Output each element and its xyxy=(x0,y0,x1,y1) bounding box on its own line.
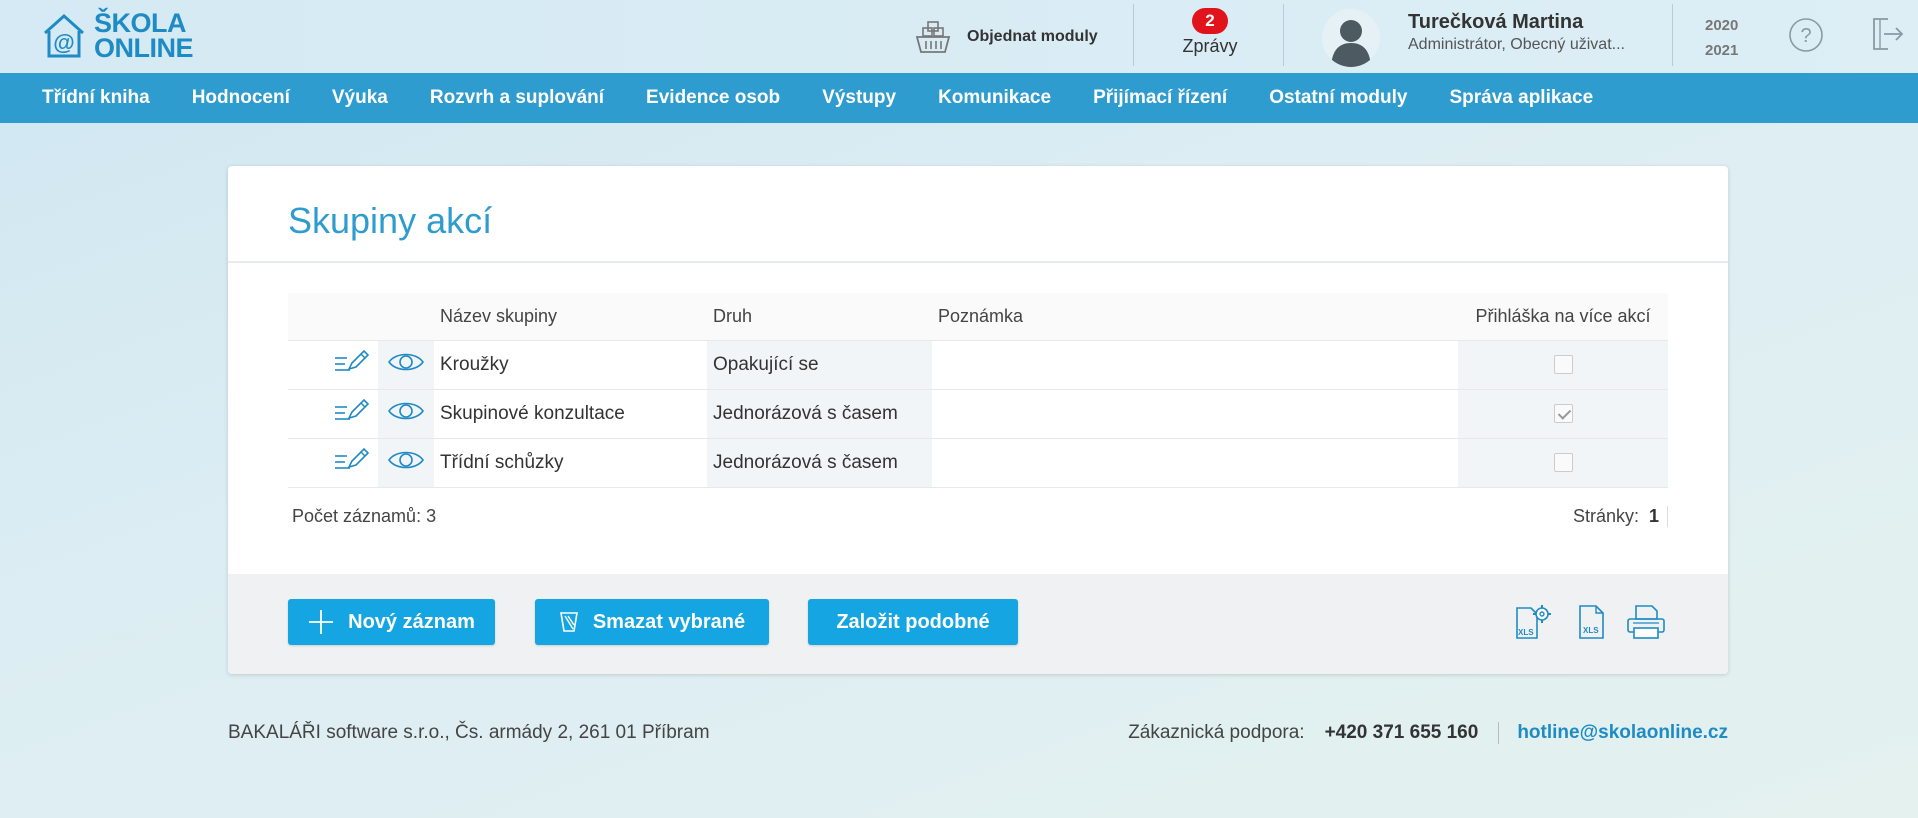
print-icon[interactable] xyxy=(1625,602,1667,647)
row-kind: Jednorázová s časem xyxy=(707,388,932,438)
header-separator xyxy=(1672,4,1673,66)
content-card: Skupiny akcí Název skupiny Druh Poznámka… xyxy=(228,166,1728,674)
order-modules-label: Objednat moduly xyxy=(967,28,1098,45)
create-similar-label: Založit podobné xyxy=(836,610,990,633)
multi-checkbox[interactable] xyxy=(1553,403,1573,423)
header-kind[interactable]: Druh xyxy=(707,293,932,340)
row-note xyxy=(932,437,1458,488)
row-kind: Jednorázová s časem xyxy=(707,437,932,488)
edit-icon[interactable] xyxy=(334,398,370,424)
nav-item-prijimaci-rizeni[interactable]: Přijímací řízení xyxy=(1093,87,1227,109)
nav-item-rozvrh[interactable]: Rozvrh a suplování xyxy=(430,87,604,109)
header-name[interactable]: Název skupiny xyxy=(434,293,707,340)
company-address: BAKALÁŘI software s.r.o., Čs. armády 2, … xyxy=(228,722,710,743)
user-silhouette-icon xyxy=(1331,20,1371,67)
top-bar: @ ŠKOLA ONLINE Objednat moduly 2 Zprávy xyxy=(0,0,1918,73)
pages-label: Stránky: xyxy=(1572,506,1639,526)
main-navigation: Třídní kniha Hodnocení Výuka Rozvrh a su… xyxy=(0,73,1918,123)
xls-export-icon[interactable]: XLS xyxy=(1575,602,1609,647)
multi-checkbox[interactable] xyxy=(1553,452,1573,472)
table-row: Kroužky Opakující se xyxy=(288,339,1668,389)
row-note xyxy=(932,388,1458,438)
nav-item-komunikace[interactable]: Komunikace xyxy=(938,87,1051,109)
delete-selected-label: Smazat vybrané xyxy=(592,610,746,633)
messages-label: Zprávy xyxy=(1182,36,1238,56)
page-number-current[interactable]: 1 xyxy=(1649,506,1659,526)
nav-item-tridni-kniha[interactable]: Třídní kniha xyxy=(42,87,150,109)
school-year-to: 2021 xyxy=(1705,42,1739,59)
title-divider xyxy=(228,261,1728,263)
nav-item-hodnoceni[interactable]: Hodnocení xyxy=(192,87,290,109)
new-record-button[interactable]: Nový záznam xyxy=(288,599,495,645)
eye-icon[interactable] xyxy=(387,400,425,422)
svg-text:XLS: XLS xyxy=(1518,628,1534,637)
edit-icon[interactable] xyxy=(334,349,370,375)
row-name[interactable]: Skupinové konzultace xyxy=(434,388,707,438)
svg-text:XLS: XLS xyxy=(1583,626,1599,635)
logout-icon[interactable] xyxy=(1868,15,1906,58)
house-at-icon: @ xyxy=(43,13,85,58)
xls-settings-icon[interactable]: XLS xyxy=(1513,602,1553,647)
logo-line2: ONLINE xyxy=(94,33,194,63)
page-title: Skupiny akcí xyxy=(288,200,493,241)
nav-item-vystupy[interactable]: Výstupy xyxy=(822,87,896,109)
avatar[interactable] xyxy=(1322,9,1380,67)
multi-checkbox[interactable] xyxy=(1553,354,1573,374)
nav-item-evidence-osob[interactable]: Evidence osob xyxy=(646,87,780,109)
edit-icon[interactable] xyxy=(334,447,370,473)
support-label: Zákaznická podpora: xyxy=(1128,722,1305,743)
groups-table: Název skupiny Druh Poznámka Přihláška na… xyxy=(288,293,1668,488)
support-phone[interactable]: +420 371 655 160 xyxy=(1325,722,1500,744)
school-year-selector[interactable]: 2020 2021 xyxy=(1705,13,1738,63)
school-year-from: 2020 xyxy=(1705,17,1739,34)
row-kind: Opakující se xyxy=(707,339,932,389)
header-edit-col xyxy=(288,293,378,340)
table-row: Skupinové konzultace Jednorázová s časem xyxy=(288,388,1668,438)
delete-selected-button[interactable]: Smazat vybrané xyxy=(535,599,769,645)
table-row: Třídní schůzky Jednorázová s časem xyxy=(288,437,1668,488)
header-multi[interactable]: Přihláška na více akcí xyxy=(1458,293,1668,340)
trash-icon xyxy=(559,612,578,632)
pager: Stránky: 1 xyxy=(1573,506,1668,527)
svg-text:?: ? xyxy=(1800,25,1811,47)
customer-support: Zákaznická podpora: +420 371 655 160 hot… xyxy=(1128,722,1728,744)
support-email-link[interactable]: hotline@skolaonline.cz xyxy=(1517,722,1728,744)
skolaonline-logo[interactable]: @ ŠKOLA ONLINE xyxy=(42,6,202,66)
nav-item-sprava-aplikace[interactable]: Správa aplikace xyxy=(1449,87,1593,109)
header-separator xyxy=(1283,4,1284,66)
new-record-label: Nový záznam xyxy=(348,610,475,633)
user-role: Administrátor, Obecný uživat... xyxy=(1408,36,1625,53)
basket-icon xyxy=(915,21,951,53)
row-name[interactable]: Třídní schůzky xyxy=(434,437,707,488)
plus-icon xyxy=(309,610,334,634)
order-modules-link[interactable]: Objednat moduly xyxy=(915,14,1098,60)
row-note xyxy=(932,339,1458,389)
row-name[interactable]: Kroužky xyxy=(434,339,707,389)
header-view-col xyxy=(378,293,434,340)
nav-item-ostatni-moduly[interactable]: Ostatní moduly xyxy=(1269,87,1407,109)
record-count: Počet záznamů: 3 xyxy=(292,506,437,526)
messages-count-badge: 2 xyxy=(1192,8,1228,34)
eye-icon[interactable] xyxy=(387,449,425,471)
nav-item-vyuka[interactable]: Výuka xyxy=(332,87,388,109)
help-icon[interactable]: ? xyxy=(1788,17,1824,58)
create-similar-button[interactable]: Založit podobné xyxy=(808,599,1018,645)
eye-icon[interactable] xyxy=(387,351,425,373)
table-header-row: Název skupiny Druh Poznámka Přihláška na… xyxy=(288,293,1668,340)
header-note[interactable]: Poznámka xyxy=(932,293,1458,340)
header-separator xyxy=(1133,4,1134,66)
user-name[interactable]: Turečková Martina xyxy=(1408,11,1583,34)
svg-text:@: @ xyxy=(53,30,74,55)
action-bar: Nový záznam Smazat vybrané Založit podob… xyxy=(228,574,1728,674)
messages-button[interactable]: 2 Zprávy xyxy=(1170,8,1250,62)
